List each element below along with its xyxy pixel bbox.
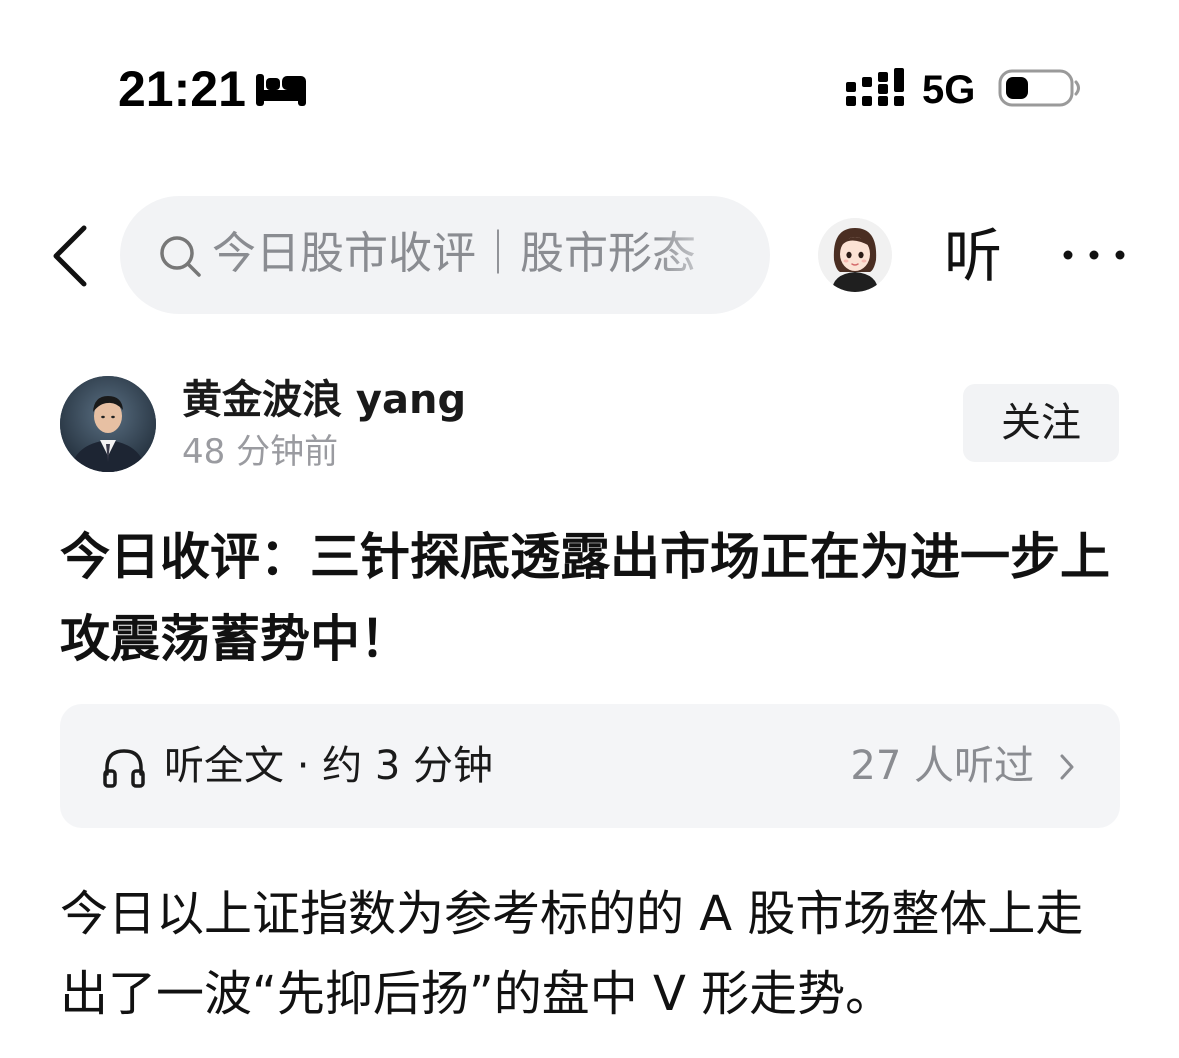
listener-count: 27 人听过 — [850, 743, 1034, 789]
listen-button[interactable]: 听 — [944, 220, 1002, 292]
article-title: 今日收评：三针探底透露出市场正在为进一步上攻震荡蓄势中！ — [60, 528, 1110, 668]
post-time: 48 分钟前 — [182, 432, 339, 472]
author-name[interactable]: 黄金波浪 yang — [182, 374, 466, 426]
author-avatar-image — [60, 376, 156, 472]
battery-icon — [998, 69, 1080, 107]
listen-full-text-card[interactable]: 听全文 · 约 3 分钟 27 人听过 — [60, 704, 1120, 828]
search-input[interactable]: 今日股市收评｜股市形态 — [120, 196, 770, 314]
assistant-avatar[interactable] — [818, 218, 892, 292]
search-icon — [160, 236, 201, 277]
search-query-text: 今日股市收评｜股市形态 — [212, 228, 696, 279]
more-icon[interactable] — [1060, 238, 1128, 272]
signal-icon — [846, 68, 904, 106]
status-bar: 21:21 5G — [0, 0, 1179, 170]
author-avatar[interactable] — [60, 376, 156, 472]
assistant-avatar-image — [818, 218, 892, 292]
chevron-right-icon — [1060, 754, 1074, 780]
network-label: 5G — [922, 68, 976, 112]
article-body-paragraph: 今日以上证指数为参考标的的 A 股市场整体上走出了一波“先抑后扬”的盘中 V 形… — [60, 886, 1084, 1022]
headphones-icon — [103, 749, 145, 788]
bed-icon — [256, 74, 306, 106]
listen-duration-label: 听全文 · 约 3 分钟 — [164, 743, 494, 789]
back-icon[interactable] — [44, 218, 100, 294]
follow-button[interactable]: 关注 — [963, 384, 1119, 462]
status-time: 21:21 — [118, 61, 246, 117]
